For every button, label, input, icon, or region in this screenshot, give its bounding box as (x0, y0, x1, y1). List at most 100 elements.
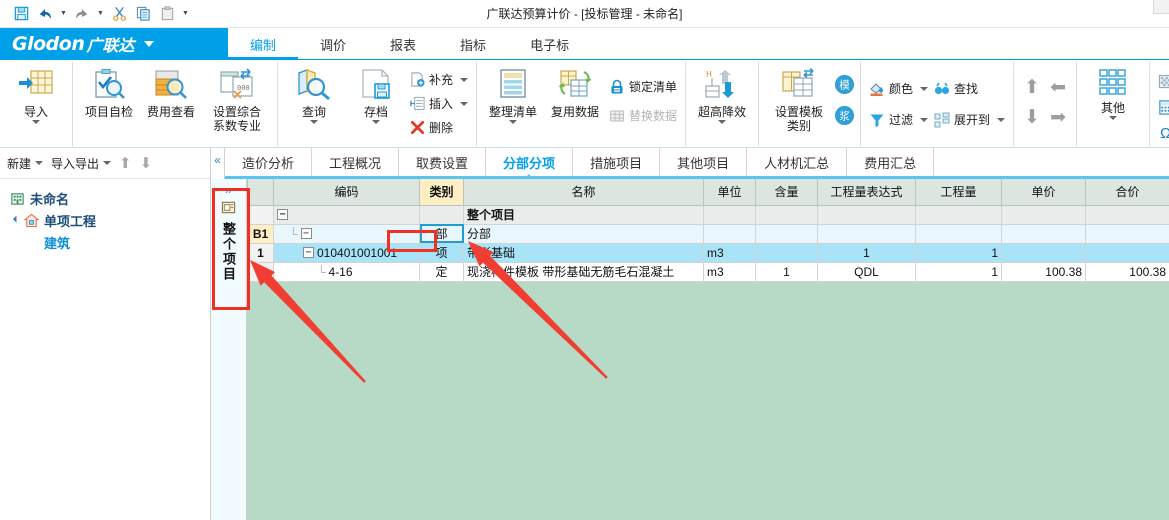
tree-expander-icon[interactable] (12, 215, 21, 223)
expand-to-dropdown-icon[interactable] (997, 117, 1006, 122)
cell-expression[interactable] (817, 223, 916, 244)
cell-name[interactable]: 现浇构件模板 带形基础无筋毛石混凝土 (463, 261, 704, 282)
move-left-icon[interactable]: ⬅ (1050, 78, 1066, 97)
paste-icon[interactable] (156, 3, 178, 25)
move-right-icon[interactable]: ➡ (1050, 108, 1066, 127)
insert-button[interactable]: 插入 (407, 93, 471, 114)
ribbon-tab-zhibiao[interactable]: 指标 (438, 28, 508, 60)
organize-list-dropdown-icon[interactable] (509, 120, 518, 124)
cell-price[interactable]: 100.38 (1001, 261, 1086, 282)
supplement-dropdown-icon[interactable] (460, 77, 469, 82)
cell-rate[interactable] (755, 204, 818, 225)
tree-node-building[interactable]: 建筑 (6, 231, 210, 253)
tab-division-items[interactable]: 分部分项 (486, 148, 574, 179)
tab-fee-settings[interactable]: 取费设置 (399, 148, 487, 176)
move-down-icon[interactable]: ⬇ (1024, 108, 1040, 127)
cell-expression[interactable] (817, 204, 916, 225)
cell-price[interactable] (1001, 223, 1086, 244)
query-dropdown-icon[interactable] (310, 120, 318, 124)
col-header-price[interactable]: 单价 (1001, 179, 1086, 206)
import-dropdown-icon[interactable] (32, 120, 40, 124)
cell-unit[interactable]: m3 (703, 242, 756, 263)
col-header-total[interactable]: 合价 (1085, 179, 1169, 206)
whole-project-side-panel[interactable]: » 整个项目 (211, 179, 247, 520)
supplement-button[interactable]: 补充 (407, 69, 471, 90)
mould-badge-button[interactable]: 模 (834, 74, 855, 95)
tab-fee-summary[interactable]: 费用汇总 (847, 148, 935, 176)
cell-category[interactable] (419, 204, 464, 225)
move-up-icon[interactable]: ⬆ (1024, 78, 1040, 97)
tab-other-items[interactable]: 其他项目 (660, 148, 748, 176)
ribbon-tab-bianzhi[interactable]: 编制 (228, 28, 299, 60)
redo-icon[interactable] (71, 3, 93, 25)
more-icon[interactable]: ▼ (180, 3, 191, 25)
find-button[interactable]: 查找 (931, 78, 1008, 99)
cell-quantity[interactable]: 1 (915, 242, 1002, 263)
lock-list-button[interactable]: 锁定清单 (606, 76, 680, 97)
mortar-badge-button[interactable]: 浆 (834, 105, 855, 126)
cell-price[interactable] (1001, 242, 1086, 263)
other-button[interactable]: 其他 (1082, 64, 1144, 120)
reuse-data-button[interactable]: 复用数据 (544, 64, 606, 119)
archive-dropdown-icon[interactable] (372, 120, 380, 124)
move-up-tree-icon[interactable]: ⬆ (116, 154, 135, 172)
height-efficiency-button[interactable]: H 超高降效 (691, 64, 753, 124)
project-check-button[interactable]: 项目自检 (78, 64, 140, 119)
row-expander-icon[interactable]: − (277, 209, 288, 220)
new-button[interactable]: 新建 (4, 153, 46, 174)
cell-total[interactable] (1085, 223, 1169, 244)
move-down-tree-icon[interactable]: ⬇ (137, 154, 156, 172)
special-symbol-button[interactable]: Ω 特殊符号 (1155, 123, 1169, 144)
copy-icon[interactable] (132, 3, 154, 25)
undo-icon[interactable] (34, 3, 56, 25)
tree-node-single-project[interactable]: 单项工程 (6, 209, 210, 231)
cell-unit[interactable]: m3 (703, 261, 756, 282)
cell-code[interactable]: └ − (273, 223, 420, 244)
cell-name[interactable]: 带形基础 (463, 242, 704, 263)
cell-rate[interactable] (755, 223, 818, 244)
cell-code[interactable]: − 010401001001 (273, 242, 420, 263)
cell-expression[interactable]: 1 (817, 242, 916, 263)
organize-list-button[interactable]: 整理清单 (482, 64, 544, 124)
cell-total[interactable]: 100.38 (1085, 261, 1169, 282)
expand-panel-icon[interactable]: » (225, 183, 232, 197)
color-button[interactable]: 颜色 (866, 78, 931, 99)
col-header-category[interactable]: 类别 (419, 179, 464, 206)
cell-unit[interactable] (703, 204, 756, 225)
cell-quantity[interactable] (915, 204, 1002, 225)
cell-total[interactable] (1085, 242, 1169, 263)
redo-dropdown-icon[interactable]: ▼ (95, 3, 106, 25)
insert-dropdown-icon[interactable] (460, 101, 469, 106)
collapse-left-pane-button[interactable]: « (211, 148, 225, 179)
cell-unit[interactable] (703, 223, 756, 244)
tab-resource-summary[interactable]: 人材机汇总 (747, 148, 848, 176)
replace-data-button[interactable]: 替换数据 (606, 105, 680, 126)
height-efficiency-dropdown-icon[interactable] (718, 120, 727, 124)
cell-category[interactable]: 部 (419, 223, 464, 244)
table-row[interactable]: └ 4-16 定 现浇构件模板 带形基础无筋毛石混凝土 m3 1 QDL 1 1… (247, 261, 1169, 282)
ribbon-tab-baobiao[interactable]: 报表 (368, 28, 438, 60)
tree-node-project[interactable]: 未命名 (6, 187, 210, 209)
save-icon[interactable] (10, 3, 32, 25)
col-header-unit[interactable]: 单位 (703, 179, 756, 206)
row-expander-icon[interactable]: − (303, 247, 314, 258)
cell-price[interactable] (1001, 204, 1086, 225)
table-row[interactable]: B1 └ − 部 分部 (247, 223, 1169, 244)
import-export-dropdown-icon[interactable] (103, 161, 112, 165)
cut-icon[interactable] (108, 3, 130, 25)
color-dropdown-icon[interactable] (920, 86, 929, 91)
filter-dropdown-icon[interactable] (920, 117, 929, 122)
cost-view-button[interactable]: 费用查看 (140, 64, 202, 119)
row-expander-icon[interactable]: − (300, 228, 312, 239)
brand-logo[interactable]: Glodon 广联达 (0, 28, 228, 60)
import-export-button[interactable]: 导入导出 (48, 153, 114, 174)
query-button[interactable]: 查询 (283, 64, 345, 124)
earthwork-button[interactable]: 土方折算 (1155, 71, 1169, 92)
table-row[interactable]: 1 − 010401001001 项 带形基础 m3 1 1 (247, 242, 1169, 263)
ribbon-tab-dianzibiao[interactable]: 电子标 (508, 28, 591, 60)
import-button[interactable]: 导入 (5, 64, 67, 124)
cell-expression[interactable]: QDL (817, 261, 916, 282)
cell-total[interactable] (1085, 204, 1169, 225)
col-header-expression[interactable]: 工程量表达式 (817, 179, 916, 206)
archive-button[interactable]: 存档 (345, 64, 407, 124)
